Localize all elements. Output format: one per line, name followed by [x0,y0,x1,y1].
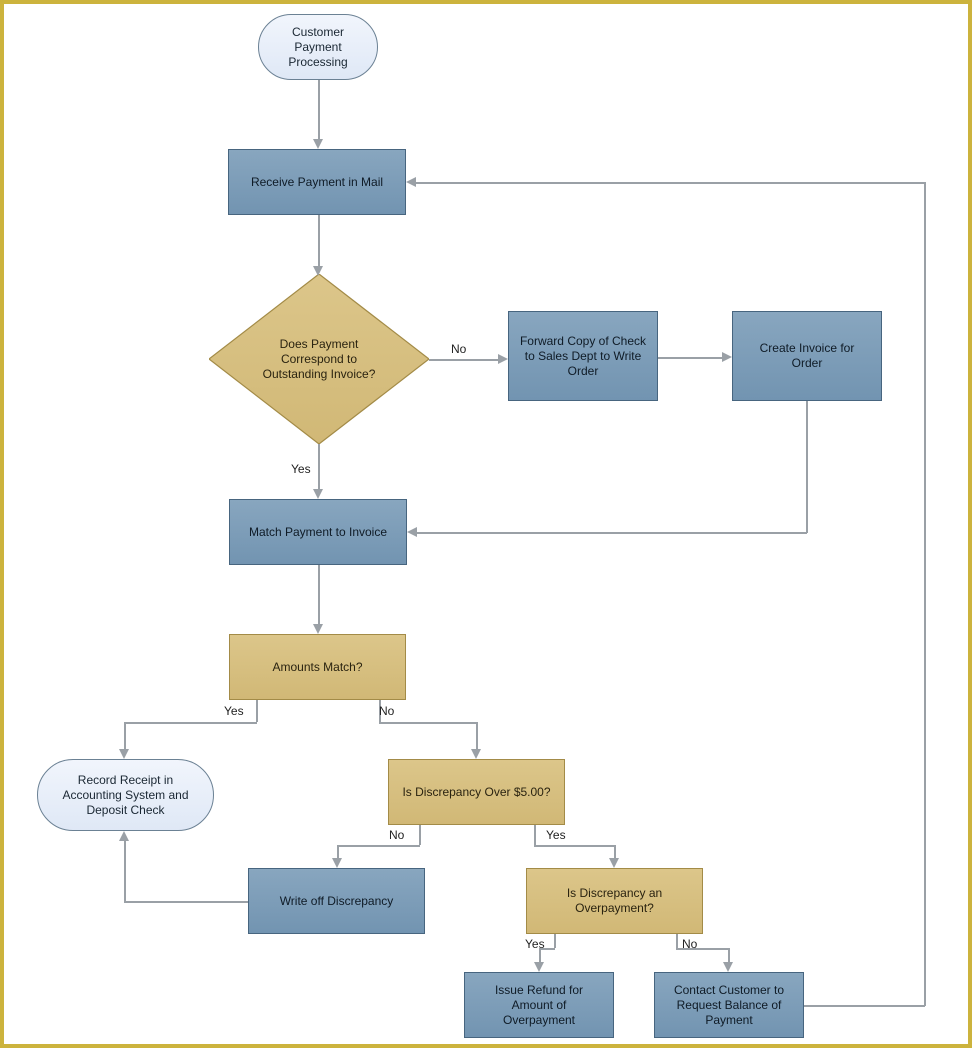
discrepancy-over-decision: Is Discrepancy Over $5.00? [388,759,565,825]
connector [417,532,807,534]
connector [676,934,678,948]
arrowhead-icon [609,858,619,868]
connector [124,722,126,749]
create-invoice-label: Create Invoice for Order [743,341,871,371]
connector [337,845,420,847]
connector [124,901,248,903]
connector [318,215,320,271]
arrowhead-icon [723,962,733,972]
edge-label-no: No [451,342,466,356]
amounts-match-label: Amounts Match? [272,660,362,675]
edge-label-yes: Yes [525,937,545,951]
correspond-decision: Does Payment Correspond to Outstanding I… [209,274,429,444]
record-label: Record Receipt in Accounting System and … [48,773,203,818]
connector [614,845,616,858]
connector [554,934,556,948]
match-payment-process: Match Payment to Invoice [229,499,407,565]
receive-label: Receive Payment in Mail [251,175,383,190]
connector [256,700,258,722]
match-label: Match Payment to Invoice [249,525,387,540]
write-off-label: Write off Discrepancy [280,894,394,909]
create-invoice-process: Create Invoice for Order [732,311,882,401]
connector [728,948,730,962]
edge-label-yes: Yes [291,462,311,476]
edge-label-no: No [682,937,697,951]
receive-payment-process: Receive Payment in Mail [228,149,406,215]
connector [124,841,126,902]
record-receipt-terminator: Record Receipt in Accounting System and … [37,759,214,831]
flowchart-canvas: Customer Payment Processing Receive Paym… [0,0,972,1048]
contact-customer-process: Contact Customer to Request Balance of P… [654,972,804,1038]
connector [416,182,925,184]
start-label: Customer Payment Processing [269,25,367,70]
overpayment-decision: Is Discrepancy an Overpayment? [526,868,703,934]
contact-customer-label: Contact Customer to Request Balance of P… [665,983,793,1028]
arrowhead-icon [313,489,323,499]
connector [337,845,339,858]
connector [476,722,478,749]
issue-refund-label: Issue Refund for Amount of Overpayment [475,983,603,1028]
connector [534,845,614,847]
connector [804,1005,925,1007]
connector [318,565,320,624]
arrowhead-icon [406,177,416,187]
connector [379,722,476,724]
connector [658,357,722,359]
connector [534,825,536,845]
arrowhead-icon [498,354,508,364]
issue-refund-process: Issue Refund for Amount of Overpayment [464,972,614,1038]
edge-label-yes: Yes [546,828,566,842]
connector [419,825,421,845]
connector [318,80,320,139]
arrowhead-icon [332,858,342,868]
connector [124,722,257,724]
connector [806,401,808,533]
edge-label-no: No [379,704,394,718]
amounts-match-decision: Amounts Match? [229,634,406,700]
connector [924,182,926,1006]
arrowhead-icon [313,624,323,634]
arrowhead-icon [722,352,732,362]
write-off-process: Write off Discrepancy [248,868,425,934]
arrowhead-icon [119,831,129,841]
connector [429,359,498,361]
connector [318,444,320,489]
arrowhead-icon [407,527,417,537]
discrepancy-over-label: Is Discrepancy Over $5.00? [402,785,550,800]
arrowhead-icon [313,139,323,149]
overpayment-label: Is Discrepancy an Overpayment? [537,886,692,916]
start-terminator: Customer Payment Processing [258,14,378,80]
arrowhead-icon [313,266,323,276]
arrowhead-icon [534,962,544,972]
arrowhead-icon [471,749,481,759]
edge-label-yes: Yes [224,704,244,718]
forward-label: Forward Copy of Check to Sales Dept to W… [519,334,647,379]
arrowhead-icon [119,749,129,759]
forward-copy-process: Forward Copy of Check to Sales Dept to W… [508,311,658,401]
correspond-label: Does Payment Correspond to Outstanding I… [254,337,384,382]
edge-label-no: No [389,828,404,842]
